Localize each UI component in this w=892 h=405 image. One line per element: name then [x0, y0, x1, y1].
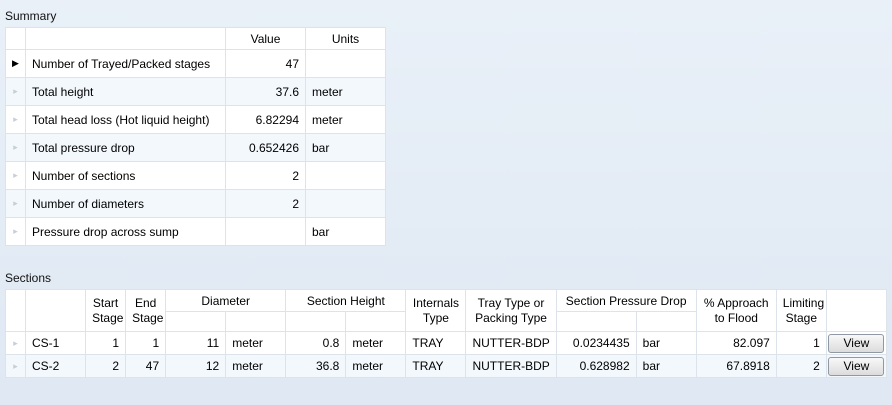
row-selector-icon[interactable]: ▸: [5, 133, 26, 162]
table-row[interactable]: ▸ Pressure drop across sump bar: [5, 217, 386, 246]
sections-table: Start Stage End Stage Diameter Section H…: [4, 289, 888, 378]
limiting-stage[interactable]: 1: [775, 331, 827, 355]
row-selector-icon[interactable]: ▸: [5, 217, 26, 246]
section-name[interactable]: CS-2: [25, 354, 87, 378]
summary-row-label: Total head loss (Hot liquid height): [25, 105, 226, 134]
row-selector-icon[interactable]: ▸: [5, 105, 26, 134]
height-units: meter: [345, 331, 407, 355]
row-selector-icon[interactable]: ▶: [5, 49, 26, 78]
approach-flood[interactable]: 67.8918: [695, 354, 777, 378]
end-stage-header[interactable]: End Stage: [125, 289, 167, 332]
pressure-drop-header[interactable]: Section Pressure Drop: [555, 289, 697, 312]
view-column-header: [825, 289, 888, 332]
summary-row-units: bar: [305, 217, 386, 246]
summary-units-header[interactable]: Units: [305, 27, 386, 50]
dp-units-subheader: [635, 311, 697, 332]
table-row[interactable]: ▸ CS-1 1 1 11 meter 0.8 meter TRAY NUTTE…: [4, 331, 888, 355]
height-units: meter: [345, 354, 407, 378]
view-cell: View: [825, 331, 888, 355]
summary-name-header: [25, 27, 226, 50]
view-cell: View: [825, 354, 888, 378]
row-header-corner: [4, 289, 27, 332]
summary-row-units: meter: [305, 105, 386, 134]
pressure-drop-units: bar: [635, 331, 697, 355]
row-selector-icon[interactable]: ▸: [5, 189, 26, 218]
table-row[interactable]: ▸ Total pressure drop 0.652426 bar: [5, 133, 386, 162]
summary-row-value[interactable]: 37.6: [225, 77, 306, 106]
row-selector-icon[interactable]: ▸: [4, 354, 27, 378]
view-button[interactable]: View: [828, 333, 885, 353]
table-row[interactable]: ▸ CS-2 2 47 12 meter 36.8 meter TRAY NUT…: [4, 354, 888, 378]
summary-row-units: [305, 189, 386, 218]
pressure-drop-value[interactable]: 0.628982: [555, 354, 637, 378]
summary-row-value[interactable]: 6.82294: [225, 105, 306, 134]
end-stage[interactable]: 1: [125, 331, 167, 355]
view-button[interactable]: View: [828, 356, 885, 376]
summary-row-label: Total pressure drop: [25, 133, 226, 162]
sections-label: Sections: [5, 271, 52, 285]
summary-row-label: Total height: [25, 77, 226, 106]
table-row[interactable]: ▸ Total height 37.6 meter: [5, 77, 386, 106]
tray-type[interactable]: NUTTER-BDP: [465, 331, 557, 355]
summary-row-value[interactable]: 2: [225, 161, 306, 190]
diameter-value[interactable]: 11: [165, 331, 227, 355]
diameter-units: meter: [225, 354, 287, 378]
summary-row-units: [305, 49, 386, 78]
table-row[interactable]: ▸ Number of sections 2: [5, 161, 386, 190]
diameter-units-subheader: [225, 311, 287, 332]
section-height-header[interactable]: Section Height: [285, 289, 407, 312]
row-header-corner: [5, 27, 26, 50]
dp-value-subheader: [555, 311, 637, 332]
diameter-header[interactable]: Diameter: [165, 289, 287, 312]
summary-row-units: bar: [305, 133, 386, 162]
summary-row-value[interactable]: 47: [225, 49, 306, 78]
start-stage[interactable]: 2: [85, 354, 127, 378]
summary-label: Summary: [5, 9, 57, 23]
approach-flood-header[interactable]: % Approach to Flood: [695, 289, 777, 332]
tray-type-header[interactable]: Tray Type or Packing Type: [465, 289, 557, 332]
start-stage-header[interactable]: Start Stage: [85, 289, 127, 332]
summary-row-units: meter: [305, 77, 386, 106]
row-selector-icon[interactable]: ▸: [5, 77, 26, 106]
internals-type-header[interactable]: Internals Type: [405, 289, 467, 332]
summary-row-label: Pressure drop across sump: [25, 217, 226, 246]
height-value-subheader: [285, 311, 347, 332]
tray-type[interactable]: NUTTER-BDP: [465, 354, 557, 378]
summary-row-units: [305, 161, 386, 190]
summary-row-label: Number of sections: [25, 161, 226, 190]
diameter-units: meter: [225, 331, 287, 355]
summary-value-header[interactable]: Value: [225, 27, 306, 50]
limiting-stage-header[interactable]: Limiting Stage: [775, 289, 827, 332]
internals-type[interactable]: TRAY: [405, 331, 467, 355]
summary-row-label: Number of Trayed/Packed stages: [25, 49, 226, 78]
diameter-value-subheader: [165, 311, 227, 332]
name-header: [25, 289, 87, 332]
table-row[interactable]: ▸ Number of diameters 2: [5, 189, 386, 218]
height-value[interactable]: 0.8: [285, 331, 347, 355]
summary-header-row: Value Units: [5, 27, 386, 50]
end-stage[interactable]: 47: [125, 354, 167, 378]
section-name[interactable]: CS-1: [25, 331, 87, 355]
summary-row-value[interactable]: 2: [225, 189, 306, 218]
summary-row-value[interactable]: 0.652426: [225, 133, 306, 162]
pressure-drop-units: bar: [635, 354, 697, 378]
diameter-value[interactable]: 12: [165, 354, 227, 378]
summary-row-label: Number of diameters: [25, 189, 226, 218]
internals-type[interactable]: TRAY: [405, 354, 467, 378]
pressure-drop-value[interactable]: 0.0234435: [555, 331, 637, 355]
limiting-stage[interactable]: 2: [775, 354, 827, 378]
height-units-subheader: [345, 311, 407, 332]
height-value[interactable]: 36.8: [285, 354, 347, 378]
table-row[interactable]: ▸ Total head loss (Hot liquid height) 6.…: [5, 105, 386, 134]
approach-flood[interactable]: 82.097: [695, 331, 777, 355]
summary-row-value[interactable]: [225, 217, 306, 246]
table-row[interactable]: ▶ Number of Trayed/Packed stages 47: [5, 49, 386, 78]
row-selector-icon[interactable]: ▸: [4, 331, 27, 355]
sections-header-row: Start Stage End Stage Diameter Section H…: [4, 289, 888, 332]
summary-table: Value Units ▶ Number of Trayed/Packed st…: [5, 27, 386, 246]
start-stage[interactable]: 1: [85, 331, 127, 355]
row-selector-icon[interactable]: ▸: [5, 161, 26, 190]
